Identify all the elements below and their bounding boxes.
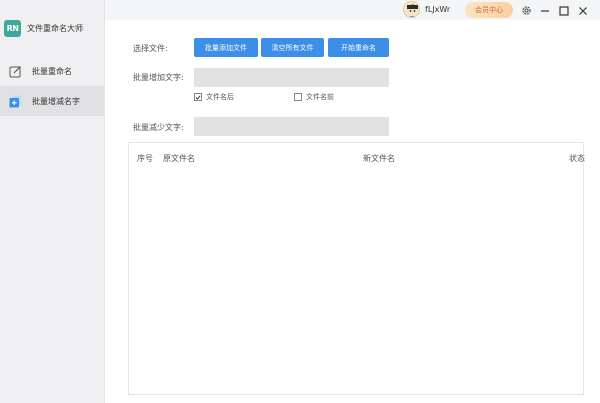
checkbox-unchecked[interactable] (294, 93, 302, 101)
avatar[interactable] (403, 1, 420, 18)
settings-button[interactable] (519, 3, 533, 17)
maximize-icon (559, 1, 569, 20)
column-header-status: 状态 (569, 154, 585, 163)
gear-icon (521, 1, 532, 20)
add-text-input[interactable] (194, 68, 389, 87)
clear-files-button[interactable]: 清空所有文件 (261, 38, 324, 57)
start-rename-button[interactable]: 开始重命名 (328, 38, 389, 57)
column-header-index: 序号 (137, 154, 153, 163)
column-header-new-name: 新文件名 (363, 154, 395, 163)
vip-center-button[interactable]: 会员中心 (465, 2, 513, 18)
main-panel: fLJxWr 会员中心 选择文件: 批量添加文件 清空所有文件 开始重命名 批量… (105, 0, 600, 403)
remove-text-input[interactable] (194, 117, 389, 136)
sidebar-item-label: 批量重命名 (32, 66, 72, 76)
minimize-icon (540, 1, 550, 20)
add-files-button[interactable]: 批量添加文件 (194, 38, 258, 57)
sidebar-item-label: 批量增减名字 (32, 96, 80, 106)
close-button[interactable] (576, 3, 590, 17)
sidebar: RN 文件重命名大师 批量重命名 批量增减名字 (0, 0, 105, 403)
close-icon (578, 1, 588, 20)
checkbox-checked[interactable] (194, 93, 202, 101)
option-label: 文件名后 (206, 93, 234, 101)
select-files-label: 选择文件: (133, 44, 168, 53)
maximize-button[interactable] (557, 3, 571, 17)
app-title: 文件重命名大师 (27, 23, 83, 33)
plus-square-icon (8, 94, 22, 108)
minimize-button[interactable] (538, 3, 552, 17)
column-header-original-name: 原文件名 (163, 154, 195, 163)
remove-text-label: 批量减少文字: (133, 123, 184, 132)
username: fLJxWr (425, 5, 451, 14)
option-after-filename[interactable]: 文件名后 (194, 92, 234, 102)
file-table[interactable]: 序号 原文件名 新文件名 状态 (128, 142, 585, 395)
sidebar-item-batch-add-remove[interactable]: 批量增减名字 (0, 86, 104, 116)
option-before-filename[interactable]: 文件名前 (294, 92, 334, 102)
user-profile[interactable]: fLJxWr (403, 1, 450, 18)
add-text-label: 批量增加文字: (133, 73, 184, 82)
app-brand: RN 文件重命名大师 (0, 0, 104, 56)
option-label: 文件名前 (306, 93, 334, 101)
edit-icon (8, 64, 22, 78)
title-bar: fLJxWr 会员中心 (105, 0, 600, 20)
app-logo: RN (4, 19, 21, 37)
sidebar-item-batch-rename[interactable]: 批量重命名 (0, 56, 104, 86)
